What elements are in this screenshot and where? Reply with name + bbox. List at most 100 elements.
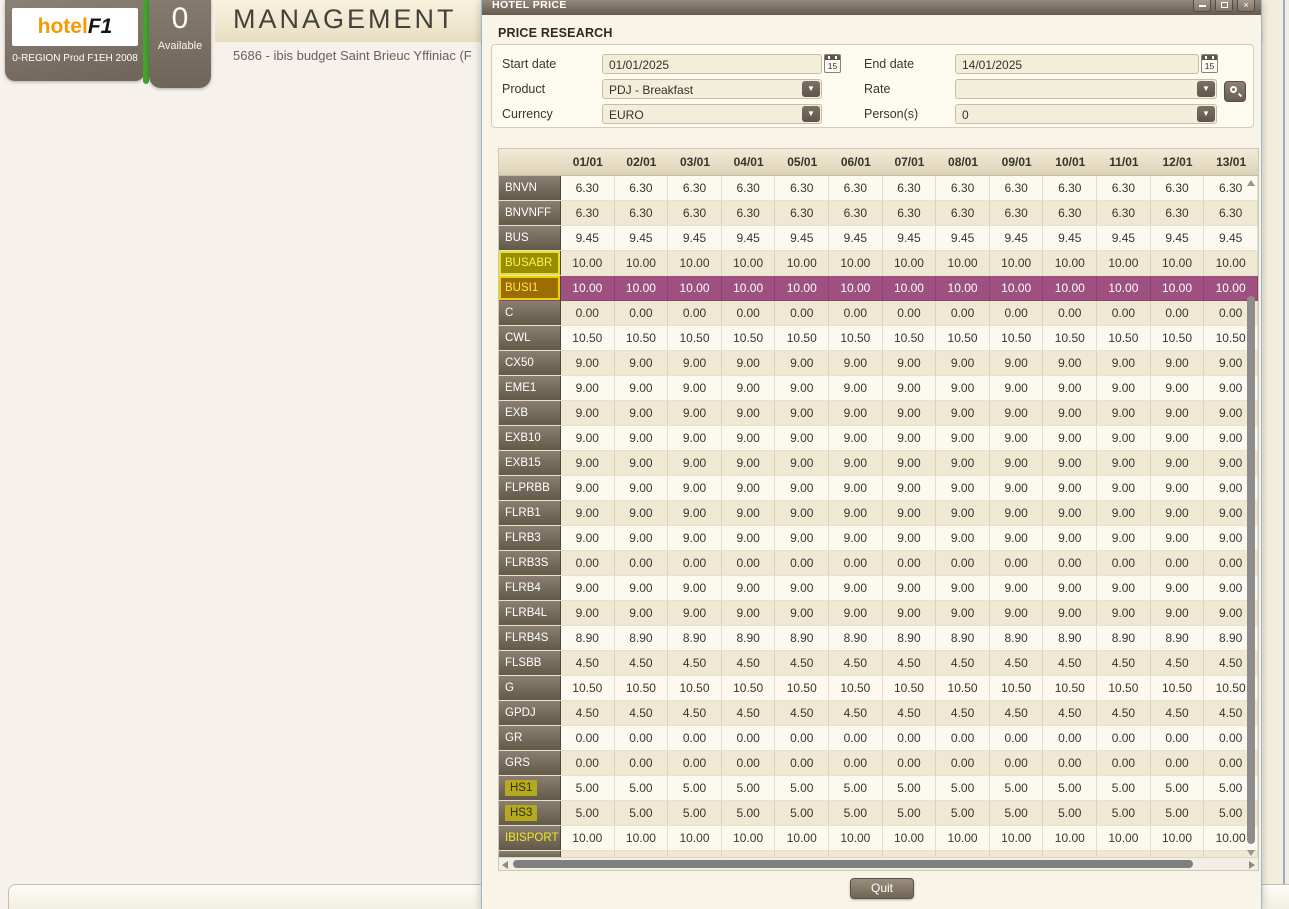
table-row[interactable]: BUSABR10.0010.0010.0010.0010.0010.0010.0… — [499, 251, 1258, 276]
price-cell[interactable]: 0.00 — [990, 751, 1044, 775]
start-date-calendar-icon[interactable]: 15 — [824, 54, 841, 73]
price-cell[interactable]: 9.00 — [561, 476, 615, 500]
price-cell[interactable]: 5.00 — [990, 776, 1044, 800]
rate-code-cell[interactable]: GPDJ — [499, 701, 561, 725]
price-cell[interactable]: 0.00 — [615, 751, 669, 775]
horizontal-scrollbar[interactable] — [499, 857, 1258, 870]
price-cell[interactable]: 9.00 — [775, 501, 829, 525]
table-row[interactable]: EXB9.009.009.009.009.009.009.009.009.009… — [499, 401, 1258, 426]
price-cell[interactable]: 6.30 — [668, 201, 722, 225]
price-cell[interactable]: 10.00 — [990, 276, 1044, 300]
price-cell[interactable]: 10.00 — [1097, 251, 1151, 275]
price-cell[interactable]: 10.00 — [615, 826, 669, 850]
price-cell[interactable]: 4.50 — [1043, 701, 1097, 725]
price-cell[interactable]: 9.00 — [775, 601, 829, 625]
price-cell[interactable]: 5.00 — [829, 801, 883, 825]
price-cell[interactable]: 8.90 — [829, 626, 883, 650]
price-cell[interactable]: 0.00 — [561, 301, 615, 325]
price-cell[interactable]: 9.00 — [1151, 501, 1205, 525]
price-cell[interactable]: 9.00 — [936, 601, 990, 625]
price-cell[interactable]: 9.00 — [668, 401, 722, 425]
price-cell[interactable]: 4.50 — [561, 701, 615, 725]
price-cell[interactable]: 9.00 — [775, 526, 829, 550]
price-cell[interactable]: 9.00 — [1151, 476, 1205, 500]
price-cell[interactable]: 0.00 — [561, 726, 615, 750]
currency-select[interactable]: EURO ▼ — [602, 104, 822, 124]
price-cell[interactable]: 9.00 — [990, 501, 1044, 525]
table-row[interactable]: FLRB4L9.009.009.009.009.009.009.009.009.… — [499, 601, 1258, 626]
rate-code-cell[interactable]: FLRB4S — [499, 626, 561, 650]
price-cell[interactable]: 9.00 — [829, 601, 883, 625]
close-button[interactable]: × — [1237, 0, 1255, 12]
price-cell[interactable]: 0.00 — [1097, 751, 1151, 775]
rate-code-cell[interactable]: FLPRBB — [499, 476, 561, 500]
price-cell[interactable]: 9.00 — [561, 501, 615, 525]
price-cell[interactable]: 9.00 — [990, 351, 1044, 375]
persons-select[interactable]: 0 ▼ — [955, 104, 1217, 124]
price-cell[interactable]: 9.00 — [1097, 601, 1151, 625]
price-cell[interactable]: 4.50 — [668, 651, 722, 675]
table-row[interactable]: EME19.009.009.009.009.009.009.009.009.00… — [499, 376, 1258, 401]
price-cell[interactable]: 9.00 — [829, 451, 883, 475]
table-row[interactable]: FLSBB4.504.504.504.504.504.504.504.504.5… — [499, 651, 1258, 676]
price-cell[interactable]: 4.50 — [775, 651, 829, 675]
price-cell[interactable]: 6.30 — [1151, 176, 1205, 200]
price-cell[interactable]: 4.50 — [936, 701, 990, 725]
price-cell[interactable]: 10.50 — [883, 326, 937, 350]
rate-code-cell[interactable]: BUSABR — [499, 251, 561, 275]
price-cell[interactable]: 5.00 — [1151, 801, 1205, 825]
price-cell[interactable]: 5.00 — [722, 776, 776, 800]
price-cell[interactable]: 9.00 — [1043, 601, 1097, 625]
price-cell[interactable]: 9.00 — [775, 576, 829, 600]
price-cell[interactable]: 6.30 — [722, 176, 776, 200]
price-cell[interactable]: 6.30 — [1151, 201, 1205, 225]
rate-code-cell[interactable]: EXB15 — [499, 451, 561, 475]
price-cell[interactable]: 9.00 — [775, 351, 829, 375]
price-cell[interactable]: 10.00 — [561, 826, 615, 850]
price-cell[interactable]: 4.50 — [722, 701, 776, 725]
price-cell[interactable]: 6.30 — [883, 176, 937, 200]
price-cell[interactable]: 5.00 — [668, 801, 722, 825]
price-cell[interactable]: 0.00 — [775, 551, 829, 575]
price-cell[interactable]: 0.00 — [561, 551, 615, 575]
price-cell[interactable]: 9.00 — [1043, 401, 1097, 425]
price-cell[interactable]: 9.00 — [829, 401, 883, 425]
price-cell[interactable]: 0.00 — [668, 751, 722, 775]
price-cell[interactable]: 9.00 — [1097, 501, 1151, 525]
vertical-scrollbar-thumb[interactable] — [1247, 296, 1255, 844]
price-cell[interactable]: 10.00 — [1043, 826, 1097, 850]
product-select[interactable]: PDJ - Breakfast ▼ — [602, 79, 822, 99]
rate-code-cell[interactable]: FLRB3 — [499, 526, 561, 550]
chevron-down-icon[interactable]: ▼ — [802, 106, 820, 122]
price-cell[interactable]: 9.00 — [668, 501, 722, 525]
price-cell[interactable]: 9.00 — [722, 376, 776, 400]
rate-code-cell[interactable]: CX50 — [499, 351, 561, 375]
price-cell[interactable]: 4.50 — [1043, 651, 1097, 675]
price-cell[interactable]: 10.50 — [990, 326, 1044, 350]
price-cell[interactable]: 5.00 — [668, 776, 722, 800]
scroll-right-icon[interactable] — [1249, 861, 1255, 869]
price-cell[interactable]: 5.00 — [615, 801, 669, 825]
price-cell[interactable]: 0.00 — [1097, 726, 1151, 750]
price-cell[interactable]: 6.30 — [883, 201, 937, 225]
price-cell[interactable]: 9.00 — [1151, 426, 1205, 450]
price-cell[interactable]: 10.50 — [936, 326, 990, 350]
minimize-button[interactable] — [1193, 0, 1211, 12]
price-cell[interactable]: 4.50 — [668, 701, 722, 725]
price-cell[interactable]: 10.00 — [990, 251, 1044, 275]
horizontal-scrollbar-thumb[interactable] — [513, 860, 1193, 868]
price-cell[interactable]: 9.45 — [775, 226, 829, 250]
price-cell[interactable]: 10.00 — [1151, 826, 1205, 850]
price-cell[interactable]: 9.00 — [561, 376, 615, 400]
price-cell[interactable]: 10.50 — [883, 676, 937, 700]
table-row[interactable]: GR0.000.000.000.000.000.000.000.000.000.… — [499, 726, 1258, 751]
price-cell[interactable]: 4.50 — [1097, 701, 1151, 725]
quit-button[interactable]: Quit — [850, 878, 914, 899]
price-cell[interactable]: 9.00 — [1097, 426, 1151, 450]
price-cell[interactable]: 6.30 — [668, 176, 722, 200]
table-row[interactable]: FLRB19.009.009.009.009.009.009.009.009.0… — [499, 501, 1258, 526]
price-cell[interactable]: 9.00 — [561, 351, 615, 375]
price-cell[interactable]: 10.00 — [1151, 251, 1205, 275]
price-cell[interactable]: 10.00 — [883, 276, 937, 300]
search-button[interactable] — [1224, 81, 1246, 102]
